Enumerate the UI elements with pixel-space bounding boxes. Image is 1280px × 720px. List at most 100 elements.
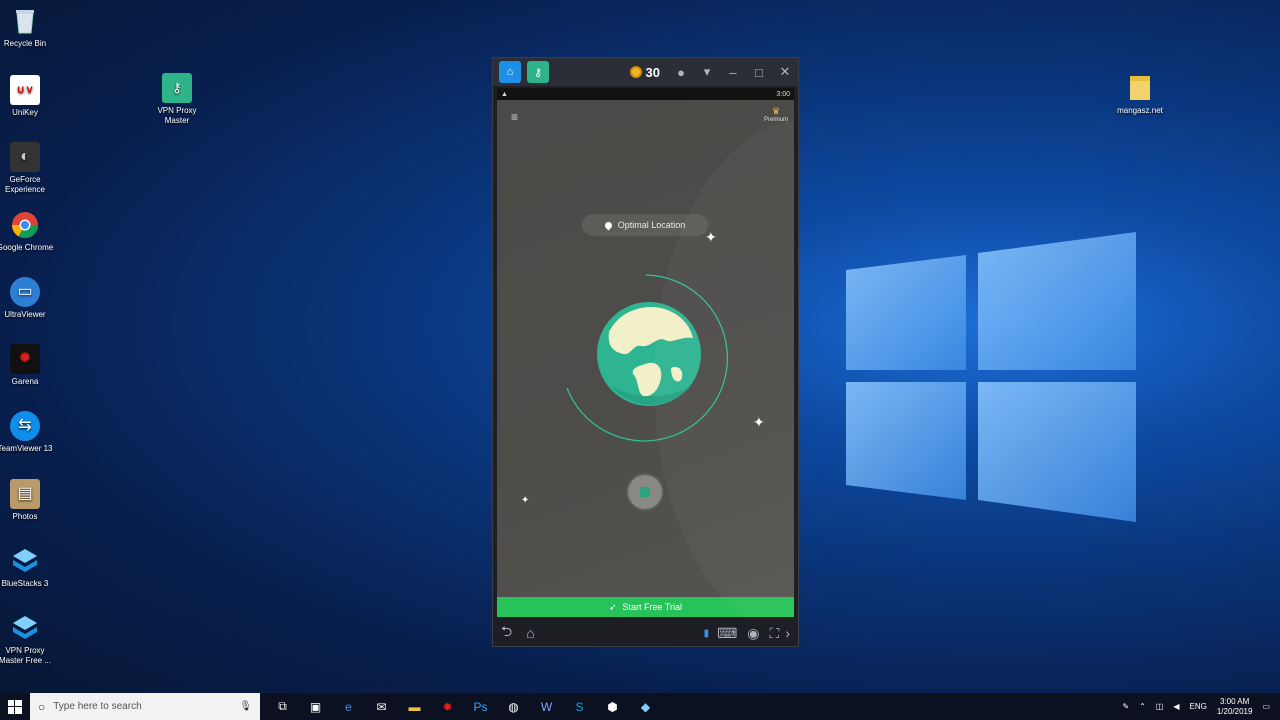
- bluestacks-icon: [10, 613, 40, 643]
- sparkle-icon: ✦: [705, 229, 717, 245]
- desktop-icon-label: UltraViewer: [4, 310, 46, 319]
- recycle-bin-icon: [10, 6, 40, 36]
- microphone-icon[interactable]: 🎙: [239, 701, 252, 712]
- mail-icon[interactable]: ✉: [365, 693, 398, 720]
- desktop-icon-label: TeamViewer 13: [0, 444, 53, 453]
- globe-icon: [566, 274, 728, 442]
- keyboard-icon[interactable]: ⌨: [717, 625, 737, 642]
- close-button[interactable]: ✕: [772, 64, 798, 80]
- system-tray: ✎ ⌃ ◫ ◀ ENG 3:00 AM 1/20/2019 ▭: [1122, 697, 1280, 717]
- fullscreen-icon[interactable]: ⛶: [770, 625, 780, 642]
- coin-icon: [629, 66, 642, 78]
- hamburger-menu-icon[interactable]: ≡: [511, 110, 518, 124]
- bluestacks-bottom-bar: ⮌ ⌂ ▮ ⌨ ◉ ⛶ ›: [493, 620, 798, 646]
- start-button[interactable]: [0, 693, 30, 720]
- android-screen: ▲ 3:00 ≡ ♛ Premium Optimal Location ✦ ✦ …: [497, 88, 794, 617]
- windows-icon: [8, 699, 22, 714]
- desktop-icon-label: VPN Proxy Master Free ...: [0, 646, 51, 665]
- minimize-button[interactable]: –: [720, 65, 746, 80]
- coin-counter[interactable]: 30: [629, 65, 660, 80]
- status-time: 3:00: [776, 90, 790, 98]
- unikey-icon: U V: [10, 75, 40, 105]
- desktop-icon-label: Garena: [11, 377, 39, 386]
- store-icon[interactable]: ▣: [299, 693, 332, 720]
- desktop-icon-chrome[interactable]: Google Chrome: [0, 210, 55, 253]
- home-icon: ⌂: [506, 66, 514, 78]
- account-icon[interactable]: ●: [668, 65, 694, 80]
- portrait-icon[interactable]: ▮: [704, 628, 710, 639]
- desktop-icon-folder[interactable]: mangasz.net: [1110, 73, 1170, 116]
- desktop-icon-label: VPN Proxy Master: [157, 106, 197, 125]
- notification-icon[interactable]: ▭: [1262, 702, 1270, 711]
- taskbar-search-box[interactable]: ○ Type here to search 🎙: [30, 693, 260, 720]
- start-free-trial-label: Start Free Trial: [622, 602, 683, 612]
- chevron-right-icon[interactable]: ›: [785, 625, 790, 641]
- ultraviewer-icon: ▭: [10, 277, 40, 307]
- skype-icon[interactable]: S: [563, 693, 596, 720]
- disconnect-button[interactable]: [628, 475, 662, 509]
- edge-icon[interactable]: e: [332, 693, 365, 720]
- app-icon[interactable]: ⬢: [596, 693, 629, 720]
- bluestacks-window: ⌂ ⚷ 30 ● ▾ – □ ✕ ▲ 3:00 ≡ ♛ Premium Opti…: [492, 57, 799, 647]
- vpn-key-icon: ⚷: [162, 73, 192, 103]
- android-status-bar: ▲ 3:00: [497, 88, 794, 100]
- bluestacks-titlebar: ⌂ ⚷ 30 ● ▾ – □ ✕: [493, 58, 798, 86]
- crown-icon: ♛: [771, 106, 781, 116]
- start-free-trial-button[interactable]: ➶ Start Free Trial: [497, 597, 794, 617]
- bluestacks-icon[interactable]: ◆: [629, 693, 662, 720]
- warning-icon: ▲: [501, 90, 508, 98]
- teamviewer-icon: ⇆: [10, 411, 40, 441]
- clock[interactable]: 3:00 AM 1/20/2019: [1217, 697, 1253, 717]
- desktop-icon-vpn-bluestacks[interactable]: VPN Proxy Master Free ...: [0, 613, 55, 666]
- vpn-app-main: ≡ ♛ Premium Optimal Location ✦ ✦ ✦ ➶ Sta…: [497, 100, 794, 617]
- premium-button[interactable]: ♛ Premium: [764, 106, 788, 123]
- chevron-up-icon[interactable]: ⌃: [1139, 702, 1146, 711]
- desktop-icon-photos[interactable]: ▤ Photos: [0, 479, 55, 522]
- home-tab[interactable]: ⌂: [499, 61, 521, 83]
- desktop-icon-vpn-proxy-master[interactable]: ⚷ VPN Proxy Master: [147, 73, 207, 126]
- desktop-icon-bluestacks[interactable]: BlueStacks 3: [0, 546, 55, 589]
- folder-icon: [1125, 73, 1155, 103]
- location-label: Optimal Location: [617, 220, 686, 230]
- geforce-icon: ◐: [10, 142, 40, 172]
- stop-icon: [640, 487, 650, 497]
- menu-dropdown-icon[interactable]: ▾: [694, 64, 720, 80]
- desktop-icon-ultraviewer[interactable]: ▭ UltraViewer: [0, 277, 55, 320]
- vpn-app-tab[interactable]: ⚷: [527, 61, 549, 83]
- maximize-button[interactable]: □: [746, 65, 772, 80]
- rocket-icon: ➶: [608, 601, 617, 612]
- premium-label: Premium: [763, 117, 788, 123]
- search-placeholder: Type here to search: [53, 701, 142, 712]
- desktop-icon-geforce[interactable]: ◐ GeForce Experience: [0, 142, 55, 195]
- desktop-icon-label: Photos: [12, 512, 38, 521]
- pen-icon[interactable]: ✎: [1122, 702, 1129, 711]
- clock-date: 1/20/2019: [1216, 706, 1253, 716]
- photoshop-icon[interactable]: Ps: [464, 693, 497, 720]
- word-icon[interactable]: W: [530, 693, 563, 720]
- chrome-icon: [10, 210, 40, 240]
- desktop-icon-recycle-bin[interactable]: Recycle Bin: [0, 6, 55, 49]
- eye-icon[interactable]: ◉: [747, 625, 759, 642]
- back-icon[interactable]: ⮌: [501, 621, 512, 645]
- volume-icon[interactable]: ◀: [1173, 702, 1179, 711]
- connection-globe[interactable]: [561, 268, 741, 448]
- clock-time: 3:00 AM: [1219, 696, 1250, 706]
- network-icon[interactable]: ◫: [1156, 702, 1164, 711]
- file-explorer-icon[interactable]: ▬: [398, 693, 431, 720]
- bluestacks-icon: [10, 546, 40, 576]
- desktop-icon-label: Recycle Bin: [3, 39, 47, 48]
- desktop-icon-label: BlueStacks 3: [1, 579, 49, 588]
- garena-icon[interactable]: ✹: [431, 693, 464, 720]
- task-view-icon[interactable]: ⧉: [266, 693, 299, 720]
- location-selector[interactable]: Optimal Location: [582, 214, 708, 236]
- location-pin-icon: [603, 220, 614, 230]
- pinned-apps: ⧉ ▣ e ✉ ▬ ✹ Ps ◍ W S ⬢ ◆: [266, 693, 662, 720]
- desktop-icon-teamviewer[interactable]: ⇆ TeamViewer 13: [0, 411, 55, 454]
- desktop-icon-garena[interactable]: ✹ Garena: [0, 344, 55, 387]
- search-icon: ○: [38, 699, 46, 714]
- taskbar: ○ Type here to search 🎙 ⧉ ▣ e ✉ ▬ ✹ Ps ◍…: [0, 693, 1280, 720]
- desktop-icon-unikey[interactable]: U V UniKey: [0, 75, 55, 118]
- language-indicator[interactable]: ENG: [1190, 702, 1207, 711]
- home-nav-icon[interactable]: ⌂: [526, 625, 534, 641]
- chrome-icon[interactable]: ◍: [497, 693, 530, 720]
